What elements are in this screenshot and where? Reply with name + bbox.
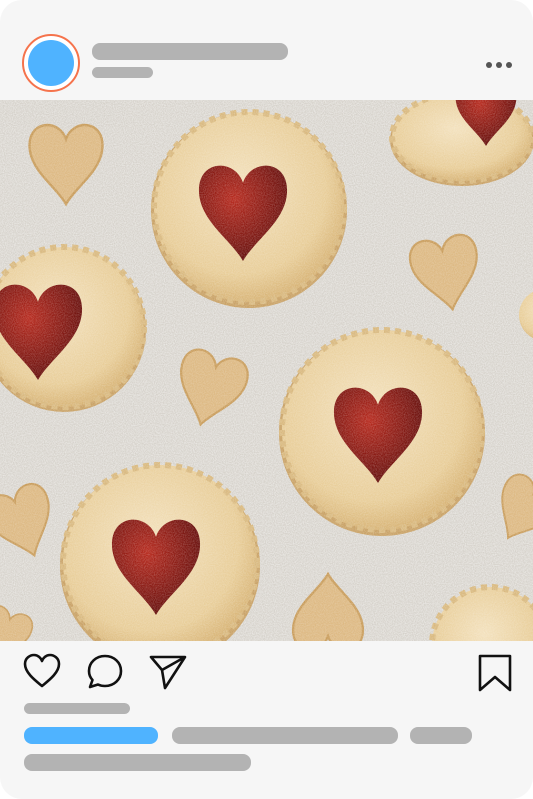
avatar-ring[interactable]	[22, 34, 80, 92]
avatar[interactable]	[28, 40, 74, 86]
likes-placeholder[interactable]	[24, 703, 130, 714]
post-header	[0, 0, 533, 100]
bookmark-icon[interactable]	[477, 653, 513, 693]
location-placeholder	[92, 67, 153, 78]
caption-placeholder	[172, 727, 398, 744]
heart-icon[interactable]	[22, 653, 62, 689]
post-image[interactable]	[0, 100, 533, 641]
username-placeholder[interactable]	[92, 43, 288, 60]
post-card	[0, 0, 533, 799]
comment-icon[interactable]	[86, 653, 124, 691]
caption-username-placeholder[interactable]	[24, 727, 158, 744]
caption-more-placeholder[interactable]	[410, 727, 472, 744]
action-bar	[0, 641, 533, 799]
more-options-icon[interactable]	[480, 58, 514, 72]
send-icon[interactable]	[148, 653, 188, 691]
comments-placeholder[interactable]	[24, 754, 251, 771]
